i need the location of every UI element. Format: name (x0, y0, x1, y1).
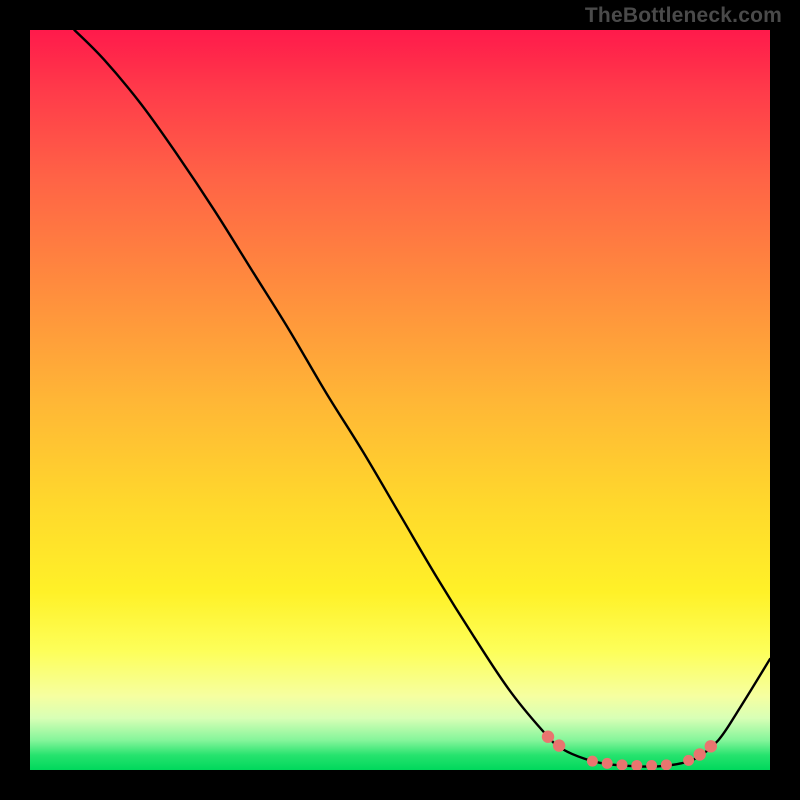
curve-layer (30, 30, 770, 770)
curve-marker (694, 748, 706, 760)
curve-marker (705, 740, 717, 752)
chart-container: TheBottleneck.com (0, 0, 800, 800)
curve-marker (553, 739, 565, 751)
curve-marker (646, 760, 657, 770)
marker-group (542, 731, 717, 771)
curve-marker (631, 760, 642, 770)
curve-marker (617, 759, 628, 770)
watermark-text: TheBottleneck.com (585, 4, 782, 28)
curve-marker (542, 731, 554, 743)
curve-marker (683, 755, 694, 766)
curve-marker (587, 756, 598, 767)
plot-area (30, 30, 770, 770)
curve-marker (661, 759, 672, 770)
curve-marker (602, 758, 613, 769)
bottleneck-curve (74, 30, 770, 767)
